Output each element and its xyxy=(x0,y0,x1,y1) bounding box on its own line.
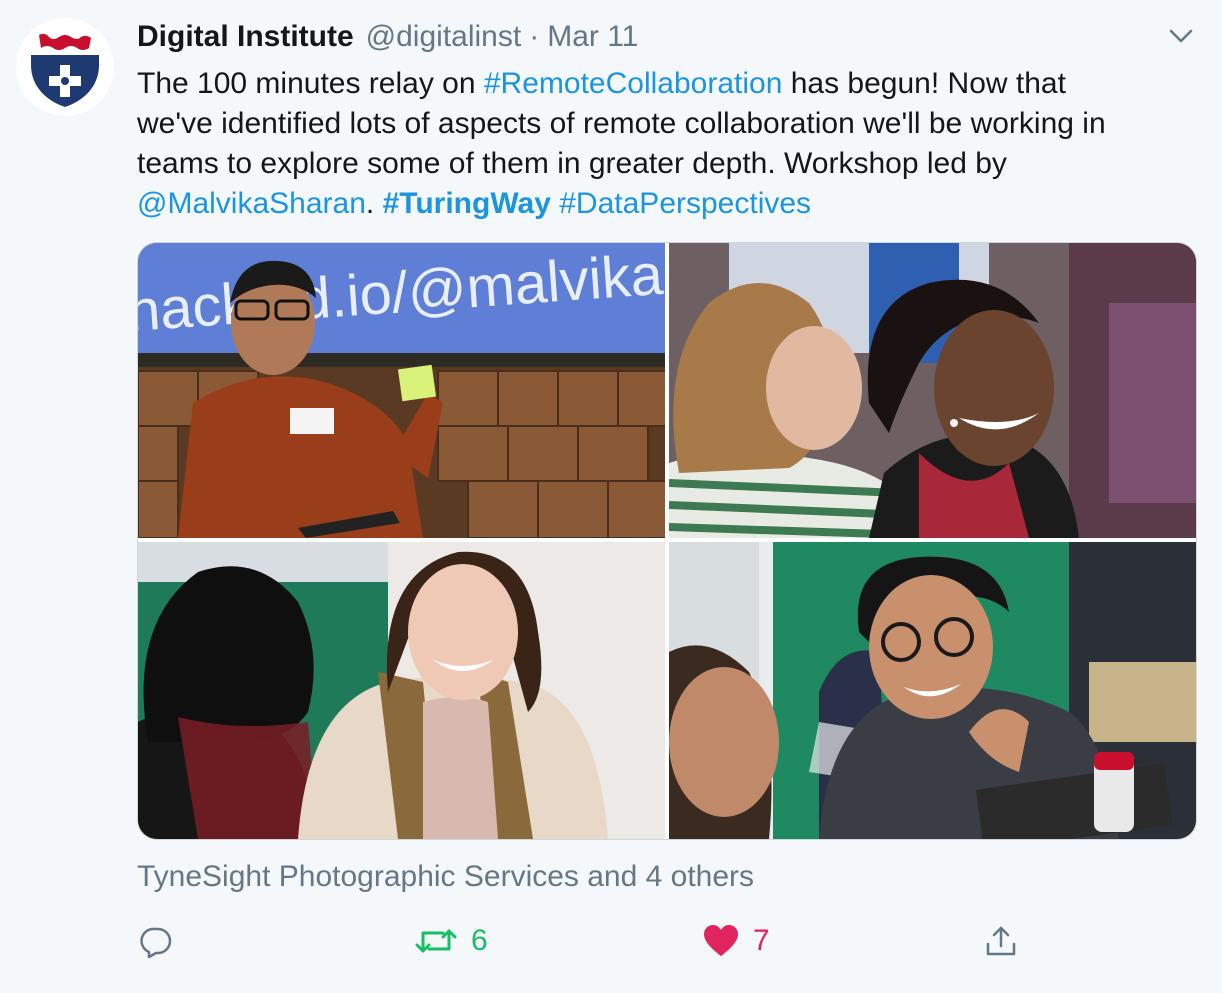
presenter-photo-image: hackmd.io/@malvikas xyxy=(138,243,665,538)
photo-grid: hackmd.io/@malvikas xyxy=(137,242,1197,840)
photo-smiling-woman[interactable] xyxy=(138,542,665,839)
tweet-header: Digital Institute @digitalinst · Mar 11 xyxy=(137,20,638,60)
retweet-button[interactable]: 6 xyxy=(415,918,488,964)
woman-photo-image xyxy=(138,542,665,839)
tweet-date[interactable]: Mar 11 xyxy=(547,20,638,54)
reply-icon xyxy=(140,927,172,959)
tweet[interactable]: Digital Institute @digitalinst · Mar 11 … xyxy=(0,0,1222,993)
text-segment: . xyxy=(365,187,383,220)
author-name[interactable]: Digital Institute xyxy=(137,20,354,54)
share-button[interactable] xyxy=(983,918,1019,964)
photo-two-attendees[interactable] xyxy=(669,243,1196,538)
hashtag-remote-collaboration[interactable]: #RemoteCollaboration xyxy=(484,67,783,100)
header-separator: · xyxy=(529,20,540,53)
photo-presenter[interactable]: hackmd.io/@malvikas xyxy=(138,243,665,538)
mention-malvika-sharan[interactable]: @MalvikaSharan xyxy=(137,187,366,220)
social-context[interactable]: TyneSight Photographic Services and 4 ot… xyxy=(137,860,754,894)
hashtag-turing-way[interactable]: #TuringWay xyxy=(383,187,551,220)
tweet-text-line-4: @MalvikaSharan. #TuringWay #DataPerspect… xyxy=(137,184,1207,224)
retweet-icon xyxy=(415,929,457,953)
crest-logo-icon xyxy=(31,29,99,107)
share-icon xyxy=(986,926,1016,956)
like-button[interactable]: 7 xyxy=(703,918,770,964)
tweet-actions: 6 7 xyxy=(137,918,1195,968)
text-segment xyxy=(551,187,559,220)
tweet-text-line-3: teams to explore some of them in greater… xyxy=(137,147,1007,180)
text-segment: has begun! Now that xyxy=(782,67,1066,100)
attendees-photo-image xyxy=(669,243,1196,538)
author-handle[interactable]: @digitalinst xyxy=(366,20,522,54)
avatar[interactable] xyxy=(16,18,114,116)
tweet-text-line-2: we've identified lots of aspects of remo… xyxy=(137,107,1106,140)
heart-icon xyxy=(704,925,738,956)
reply-button[interactable] xyxy=(137,918,173,964)
photo-smiling-man[interactable] xyxy=(669,542,1196,839)
text-segment: The 100 minutes relay on xyxy=(137,67,484,100)
tweet-text-line-1: The 100 minutes relay on #RemoteCollabor… xyxy=(137,64,1207,104)
retweet-count: 6 xyxy=(471,924,488,957)
man-photo-image xyxy=(669,542,1196,839)
like-count: 7 xyxy=(753,924,770,957)
chevron-down-icon xyxy=(1169,29,1193,43)
tweet-text: The 100 minutes relay on #RemoteCollabor… xyxy=(137,64,1207,224)
more-options-button[interactable] xyxy=(1166,24,1196,48)
hashtag-data-perspectives[interactable]: #DataPerspectives xyxy=(559,187,811,220)
